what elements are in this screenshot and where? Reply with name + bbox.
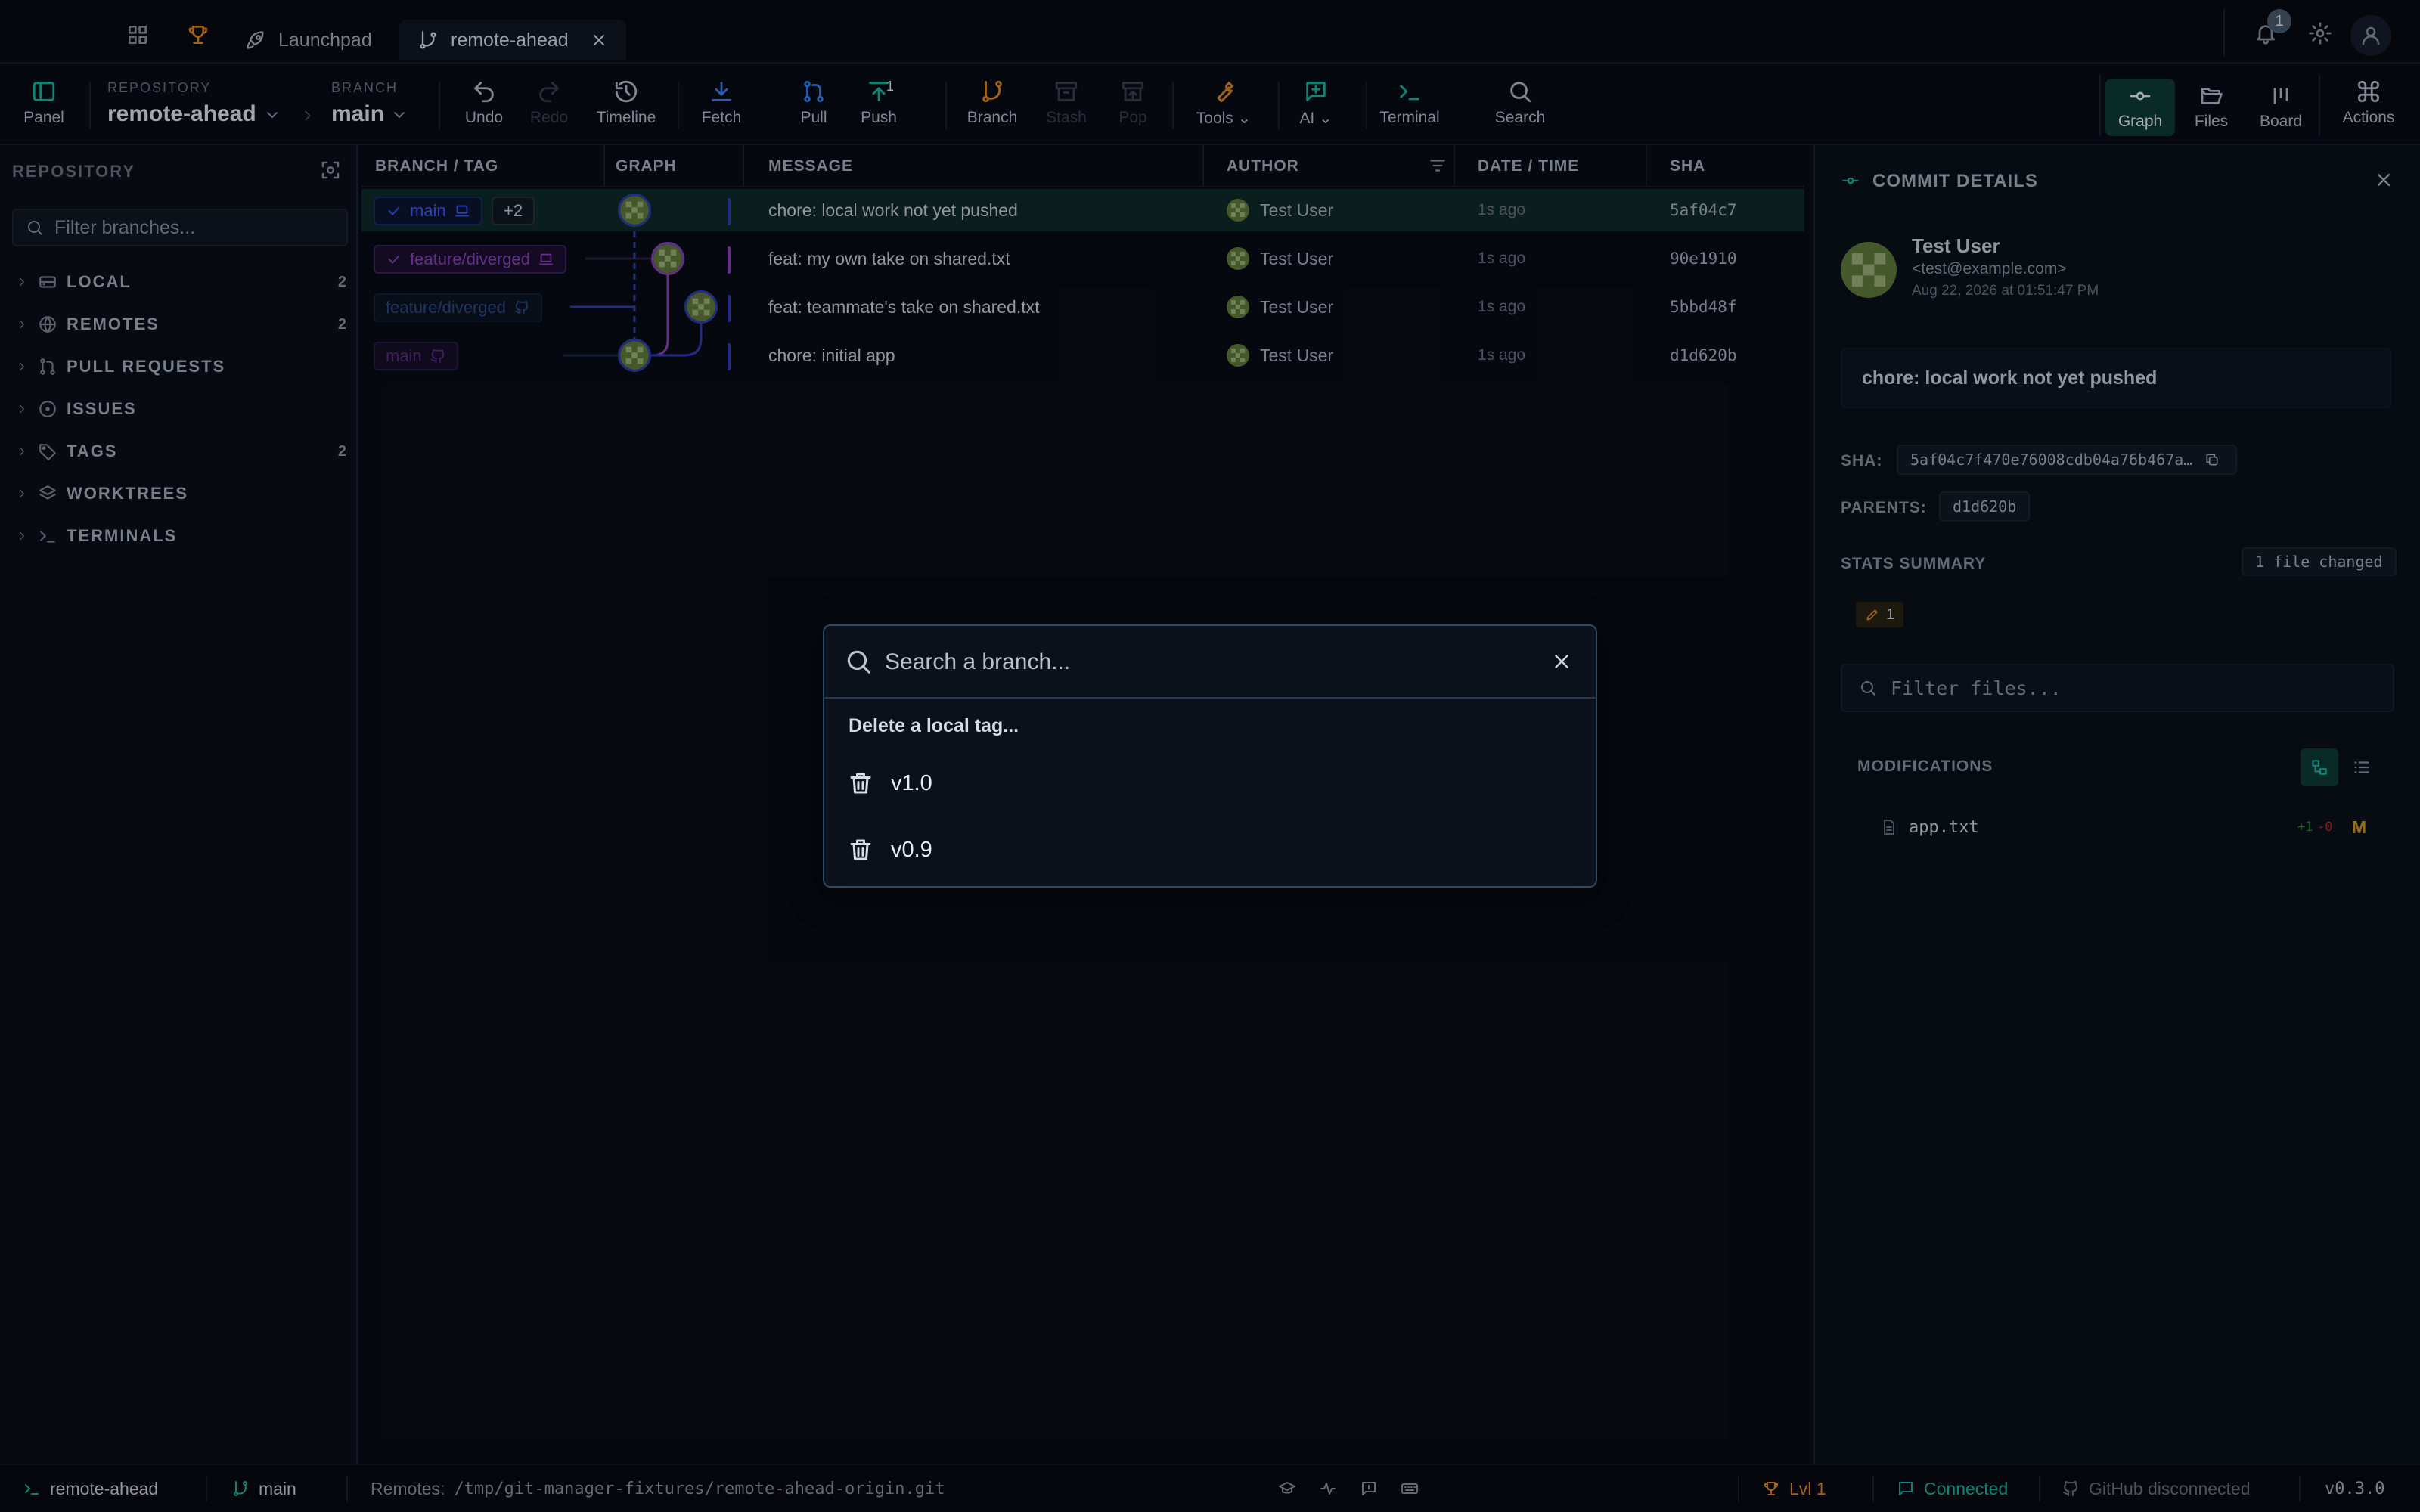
branch-search-dialog: Delete a local tag... v1.0 v0.9 (823, 624, 1597, 888)
trash-icon (850, 839, 871, 860)
dialog-search-bar (824, 626, 1596, 699)
tag-option-label: v1.0 (891, 770, 932, 795)
search-icon (847, 650, 870, 674)
tag-option-label: v0.9 (891, 837, 932, 862)
tag-option-v1-0[interactable]: v1.0 (847, 756, 1573, 810)
close-icon[interactable] (1550, 650, 1573, 673)
dialog-section-title: Delete a local tag... (849, 715, 1019, 736)
trash-icon (850, 773, 871, 794)
tag-option-v0-9[interactable]: v0.9 (847, 823, 1573, 877)
branch-search-input[interactable] (885, 644, 1505, 680)
